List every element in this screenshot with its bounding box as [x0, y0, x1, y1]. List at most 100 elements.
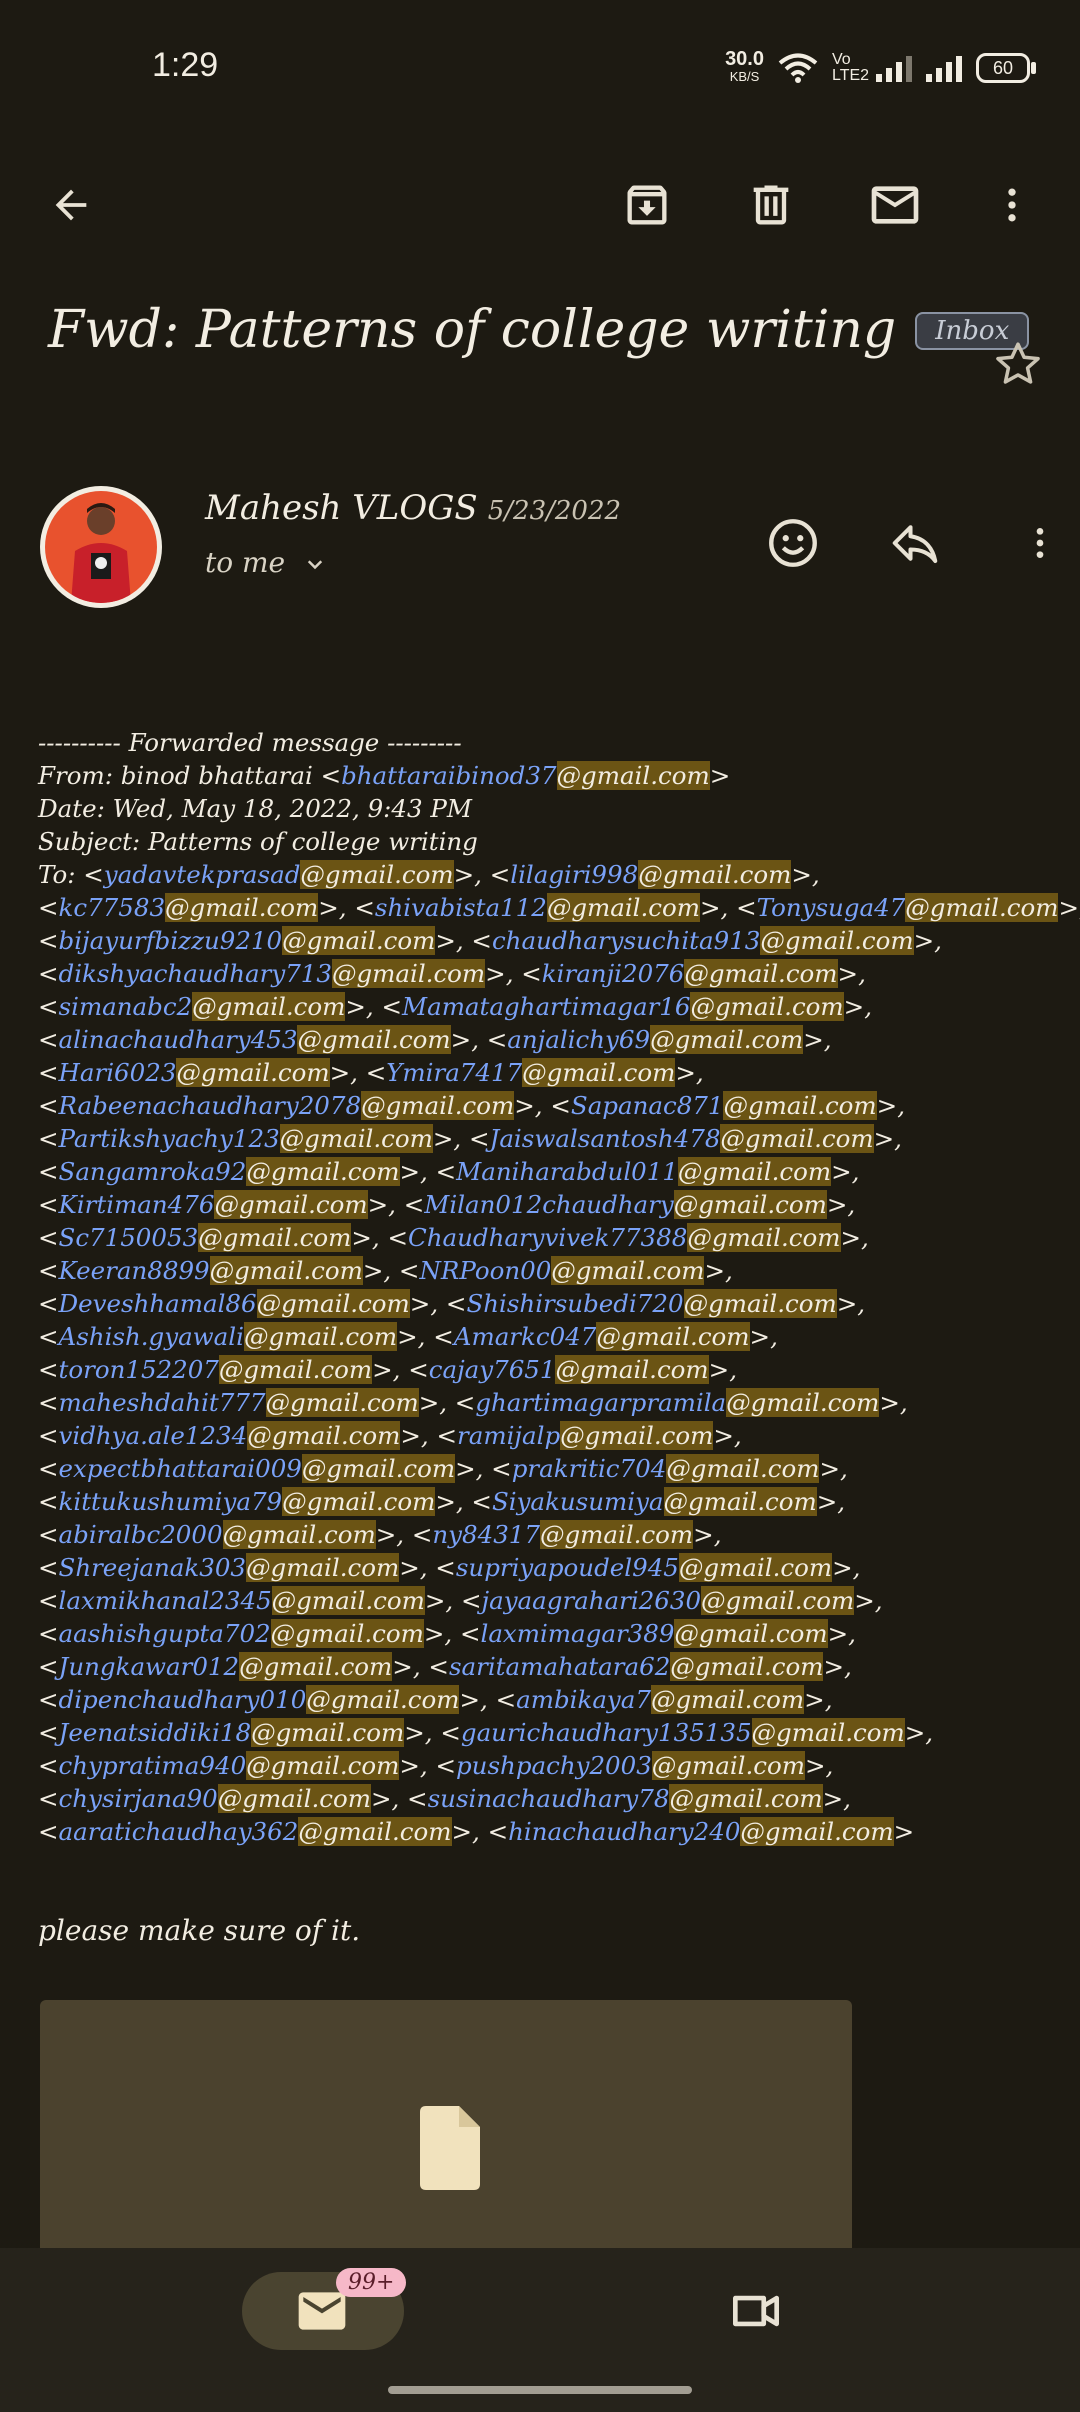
file-icon	[420, 2106, 480, 2190]
email-address-link[interactable]: laxmimagar389@gmail.com	[480, 1619, 828, 1648]
more-options-button[interactable]	[990, 172, 1034, 238]
email-address-link[interactable]: simanabc2@gmail.com	[59, 992, 346, 1021]
email-address-link[interactable]: abiralbc2000@gmail.com	[59, 1520, 376, 1549]
attachment-card[interactable]	[40, 2000, 852, 2250]
email-date: 5/23/2022	[487, 496, 622, 526]
email-address-link[interactable]: ramijalp@gmail.com	[457, 1421, 714, 1450]
email-address-link[interactable]: Partikshyachy123@gmail.com	[59, 1124, 433, 1153]
email-address-link[interactable]: Ymira7417@gmail.com	[386, 1058, 676, 1087]
body-line: <chysirjana90@gmail.com>, <susinachaudha…	[38, 1784, 851, 1813]
email-address-link[interactable]: Jungkawar012@gmail.com	[59, 1652, 393, 1681]
back-button[interactable]	[38, 172, 104, 238]
email-address-link[interactable]: Sc7150053@gmail.com	[59, 1223, 352, 1252]
mail-icon	[871, 186, 919, 224]
email-address-link[interactable]: dikshyachaudhary713@gmail.com	[59, 959, 486, 988]
email-address-link[interactable]: Jaiswalsantosh478@gmail.com	[490, 1124, 874, 1153]
sender-name[interactable]: Mahesh VLOGS 5/23/2022	[205, 488, 621, 528]
email-address-link[interactable]: ny84317@gmail.com	[432, 1520, 694, 1549]
email-address-link[interactable]: Deveshhamal86@gmail.com	[59, 1289, 410, 1318]
email-address-link[interactable]: yadavtekprasad@gmail.com	[104, 860, 454, 889]
email-address-link[interactable]: Shreejanak303@gmail.com	[59, 1553, 400, 1582]
delete-button[interactable]	[736, 172, 806, 238]
message-body: ---------- Forwarded message --------- Fr…	[38, 726, 1080, 1848]
email-address-link[interactable]: supriyapoudel945@gmail.com	[456, 1553, 833, 1582]
body-line: <Hari6023@gmail.com>, <Ymira7417@gmail.c…	[38, 1058, 704, 1087]
email-address-link[interactable]: chypratima940@gmail.com	[59, 1751, 400, 1780]
email-address-link[interactable]: saritamahatara62@gmail.com	[449, 1652, 824, 1681]
email-address-link[interactable]: Milan012chaudhary@gmail.com	[424, 1190, 827, 1219]
email-address-link[interactable]: Keeran8899@gmail.com	[59, 1256, 363, 1285]
email-address-link[interactable]: ambikaya7@gmail.com	[516, 1685, 805, 1714]
email-address-link[interactable]: Tonysuga47@gmail.com	[757, 893, 1059, 922]
email-address-link[interactable]: vidhya.ale1234@gmail.com	[59, 1421, 401, 1450]
email-address-link[interactable]: bijayurfbizzu9210@gmail.com	[59, 926, 436, 955]
body-line: <Shreejanak303@gmail.com>, <supriyapoude…	[38, 1553, 861, 1582]
reply-button[interactable]	[882, 510, 948, 576]
email-address-link[interactable]: Mamataghartimagar16@gmail.com	[402, 992, 844, 1021]
body-line: <aaratichaudhay362@gmail.com>, <hinachau…	[38, 1817, 915, 1846]
volte-indicator: Vo LTE2	[832, 51, 870, 84]
email-address-link[interactable]: ghartimagarpramila@gmail.com	[475, 1388, 880, 1417]
email-address-link[interactable]: gaurichaudhary135135@gmail.com	[461, 1718, 905, 1747]
email-address-link[interactable]: toron152207@gmail.com	[59, 1355, 373, 1384]
body-line: <laxmikhanal2345@gmail.com>, <jayaagraha…	[38, 1586, 883, 1615]
star-button[interactable]	[988, 334, 1048, 394]
email-address-link[interactable]: Amarkc047@gmail.com	[454, 1322, 750, 1351]
body-line: <simanabc2@gmail.com>, <Mamataghartimaga…	[38, 992, 872, 1021]
email-address-link[interactable]: aashishgupta702@gmail.com	[59, 1619, 424, 1648]
email-address-link[interactable]: Sapanac871@gmail.com	[571, 1091, 877, 1120]
email-address-link[interactable]: Siyakusumiya@gmail.com	[492, 1487, 817, 1516]
email-address-link[interactable]: anjalichy69@gmail.com	[507, 1025, 804, 1054]
email-address-link[interactable]: jayaagrahari2630@gmail.com	[482, 1586, 855, 1615]
email-address-link[interactable]: lilagiri998@gmail.com	[510, 860, 792, 889]
email-address-link[interactable]: Jeenatsiddiki18@gmail.com	[59, 1718, 405, 1747]
email-address-link[interactable]: alinachaudhary453@gmail.com	[59, 1025, 451, 1054]
email-address-link[interactable]: prakritic704@gmail.com	[512, 1454, 820, 1483]
react-emoji-button[interactable]	[760, 510, 826, 576]
recipient-details-toggle[interactable]: to me	[205, 546, 330, 580]
email-address-link[interactable]: Sangamroka92@gmail.com	[59, 1157, 400, 1186]
email-address-link[interactable]: chaudharysuchita913@gmail.com	[492, 926, 914, 955]
email-address-link[interactable]: Maniharabdul011@gmail.com	[456, 1157, 832, 1186]
message-more-button[interactable]	[1020, 510, 1060, 576]
email-address-link[interactable]: hinachaudhary240@gmail.com	[508, 1817, 894, 1846]
body-line: <Jungkawar012@gmail.com>, <saritamahatar…	[38, 1652, 852, 1681]
email-address-link[interactable]: chysirjana90@gmail.com	[59, 1784, 371, 1813]
email-address-link[interactable]: shivabista112@gmail.com	[375, 893, 701, 922]
message-note: please make sure of it.	[38, 1914, 361, 1947]
email-address-link[interactable]: kc77583@gmail.com	[59, 893, 319, 922]
email-address-link[interactable]: susinachaudhary78@gmail.com	[428, 1784, 823, 1813]
email-address-link[interactable]: Chaudharyvivek77388@gmail.com	[408, 1223, 841, 1252]
body-line: <aashishgupta702@gmail.com>, <laxmimagar…	[38, 1619, 856, 1648]
email-address-link[interactable]: Hari6023@gmail.com	[59, 1058, 330, 1087]
email-address-link[interactable]: pushpachy2003@gmail.com	[456, 1751, 805, 1780]
email-address-link[interactable]: Shishirsubedi720@gmail.com	[466, 1289, 837, 1318]
email-address-link[interactable]: Ashish.gyawali@gmail.com	[59, 1322, 398, 1351]
email-address-link[interactable]: NRPoon00@gmail.com	[419, 1256, 705, 1285]
archive-button[interactable]	[612, 172, 682, 238]
star-icon	[996, 342, 1040, 384]
email-address-link[interactable]: cajay7651@gmail.com	[429, 1355, 709, 1384]
meet-tab[interactable]	[716, 2276, 796, 2346]
status-time: 1:29	[152, 46, 219, 84]
email-address-link[interactable]: aaratichaudhay362@gmail.com	[59, 1817, 452, 1846]
email-address-link[interactable]: maheshdahit777@gmail.com	[59, 1388, 419, 1417]
email-subject: Fwd: Patterns of college writing	[48, 300, 897, 360]
body-line: <kc77583@gmail.com>, <shivabista112@gmai…	[38, 893, 1080, 922]
home-indicator	[388, 2386, 692, 2394]
avatar-image	[71, 503, 131, 603]
email-address-link[interactable]: dipenchaudhary010@gmail.com	[59, 1685, 460, 1714]
email-address-link[interactable]: kiranji2076@gmail.com	[542, 959, 838, 988]
body-line: ---------- Forwarded message ---------	[38, 728, 462, 757]
email-address-link[interactable]: laxmikhanal2345@gmail.com	[59, 1586, 425, 1615]
email-address-link[interactable]: bhattaraibinod37@gmail.com	[341, 761, 710, 790]
mark-unread-button[interactable]	[860, 172, 930, 238]
email-address-link[interactable]: Kirtiman476@gmail.com	[59, 1190, 368, 1219]
email-address-link[interactable]: kittukushumiya79@gmail.com	[59, 1487, 436, 1516]
email-address-link[interactable]: expectbhattarai009@gmail.com	[59, 1454, 456, 1483]
body-line: <Sangamroka92@gmail.com>, <Maniharabdul0…	[38, 1157, 860, 1186]
avatar[interactable]	[40, 486, 162, 608]
email-address-link[interactable]: Rabeenachaudhary2078@gmail.com	[59, 1091, 515, 1120]
sender-row: Mahesh VLOGS 5/23/2022 to me	[40, 486, 1060, 616]
trash-icon	[753, 185, 789, 225]
